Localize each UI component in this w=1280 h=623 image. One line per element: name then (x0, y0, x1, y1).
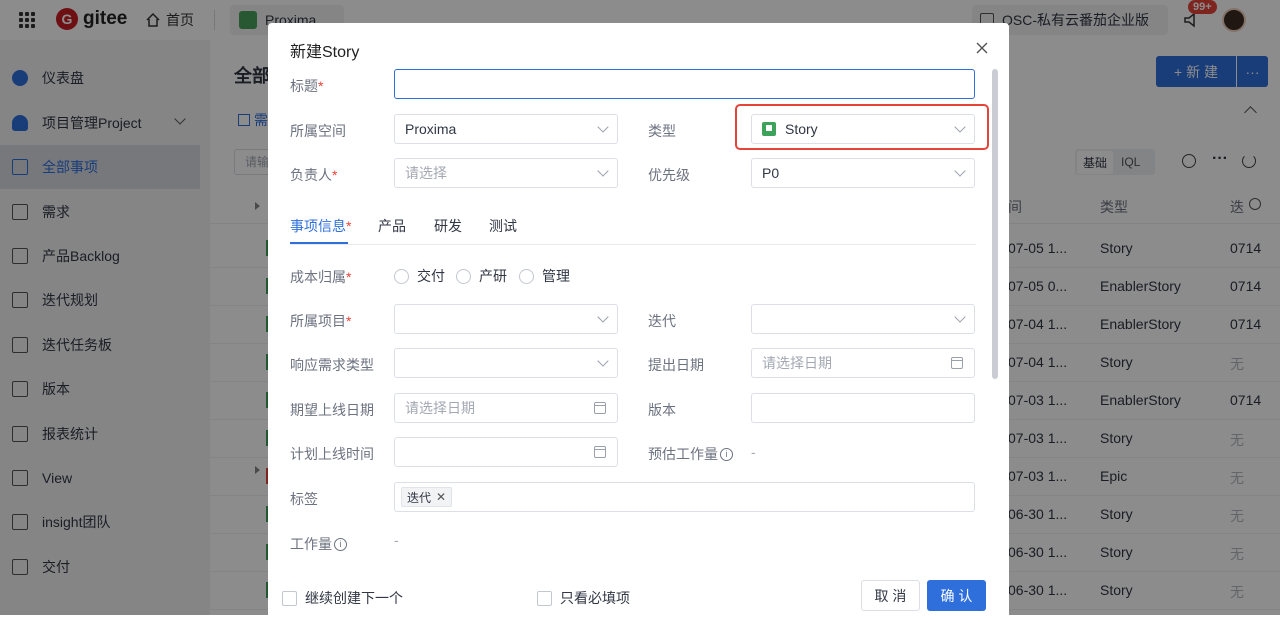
checkbox-label: 继续创建下一个 (305, 590, 403, 606)
confirm-button[interactable]: 确 认 (927, 580, 986, 611)
date-placeholder: 请选择日期 (405, 400, 475, 416)
propose-date-label: 提出日期 (648, 357, 704, 373)
chevron-down-icon (954, 165, 966, 177)
calendar-icon (594, 446, 606, 458)
tags-input[interactable]: 迭代 ✕ (394, 482, 975, 512)
dialog-scrollbar[interactable] (992, 69, 998, 379)
tag-chip-label: 迭代 (407, 490, 432, 505)
continue-create-checkbox[interactable]: 继续创建下一个 (282, 588, 403, 608)
date-placeholder: 请选择日期 (762, 355, 832, 371)
checkbox-box (282, 590, 297, 606)
dialog-title: 新建Story (290, 44, 360, 61)
space-label: 所属空间 (290, 123, 346, 139)
plan-time-label: 计划上线时间 (290, 446, 374, 462)
cost-radio-rd[interactable]: 产研 (456, 266, 507, 286)
resp-type-select[interactable] (394, 348, 618, 378)
iteration-label: 迭代 (648, 313, 676, 329)
story-type-icon (762, 122, 776, 136)
iteration-select[interactable] (751, 304, 975, 334)
estimate-label: 预估工作量 i (648, 444, 733, 464)
calendar-icon (951, 357, 963, 369)
cost-label: 成本归属* (290, 269, 352, 285)
priority-value: P0 (762, 165, 780, 181)
tag-remove-icon[interactable]: ✕ (436, 490, 446, 504)
assignee-select[interactable]: 请选择 (394, 158, 618, 188)
chevron-down-icon (597, 121, 609, 133)
expect-date-picker[interactable]: 请选择日期 (394, 393, 618, 423)
tag-chip: 迭代 ✕ (401, 487, 453, 507)
version-label: 版本 (648, 402, 676, 418)
space-select[interactable]: Proxima (394, 114, 618, 144)
radio-circle (456, 268, 471, 284)
radio-label: 产研 (479, 268, 507, 284)
tab-test[interactable]: 测试 (489, 216, 517, 236)
type-value: Story (785, 121, 818, 137)
priority-select[interactable]: P0 (751, 158, 975, 188)
space-value: Proxima (405, 121, 457, 137)
project-select[interactable] (394, 304, 618, 334)
workload-label: 工作量 i (290, 534, 347, 554)
tab-product[interactable]: 产品 (378, 216, 406, 236)
radio-label: 交付 (417, 268, 445, 284)
workload-value: - (394, 532, 399, 548)
expect-date-label: 期望上线日期 (290, 402, 374, 418)
checkbox-box (537, 590, 552, 606)
chevron-down-icon (954, 311, 966, 323)
assignee-placeholder: 请选择 (405, 165, 447, 181)
tabs-divider (290, 244, 976, 245)
radio-label: 管理 (542, 268, 570, 284)
assignee-label: 负责人* (290, 167, 338, 183)
info-icon[interactable]: i (334, 537, 347, 551)
chevron-down-icon (597, 165, 609, 177)
calendar-icon (594, 402, 606, 414)
tab-dev[interactable]: 研发 (434, 216, 462, 236)
resp-type-label: 响应需求类型 (290, 357, 374, 373)
priority-label: 优先级 (648, 167, 690, 183)
project-label: 所属项目* (290, 313, 352, 329)
tab-issue-info[interactable]: 事项信息* (290, 216, 351, 236)
chevron-down-icon (597, 311, 609, 323)
type-select[interactable]: Story (751, 114, 975, 144)
required-only-checkbox[interactable]: 只看必填项 (537, 588, 630, 608)
create-story-dialog: 新建Story 标题* 所属空间 Proxima 类型 Story 负责人* 请… (268, 23, 1009, 623)
title-label: 标题* (290, 78, 324, 94)
radio-circle (394, 268, 409, 284)
propose-date-picker[interactable]: 请选择日期 (751, 348, 975, 378)
cost-radio-mgmt[interactable]: 管理 (519, 266, 570, 286)
chevron-down-icon (954, 121, 966, 133)
info-icon[interactable]: i (720, 447, 733, 461)
chevron-down-icon (597, 355, 609, 367)
type-label: 类型 (648, 123, 676, 139)
plan-time-picker[interactable] (394, 437, 618, 467)
radio-circle (519, 268, 534, 284)
version-input[interactable] (751, 393, 975, 423)
cancel-button[interactable]: 取 消 (861, 580, 920, 611)
title-input[interactable] (394, 69, 975, 99)
estimate-value: - (751, 444, 756, 460)
checkbox-label: 只看必填项 (560, 590, 630, 606)
tags-label: 标签 (290, 491, 318, 507)
close-icon[interactable] (974, 40, 990, 56)
cost-radio-delivery[interactable]: 交付 (394, 266, 445, 286)
